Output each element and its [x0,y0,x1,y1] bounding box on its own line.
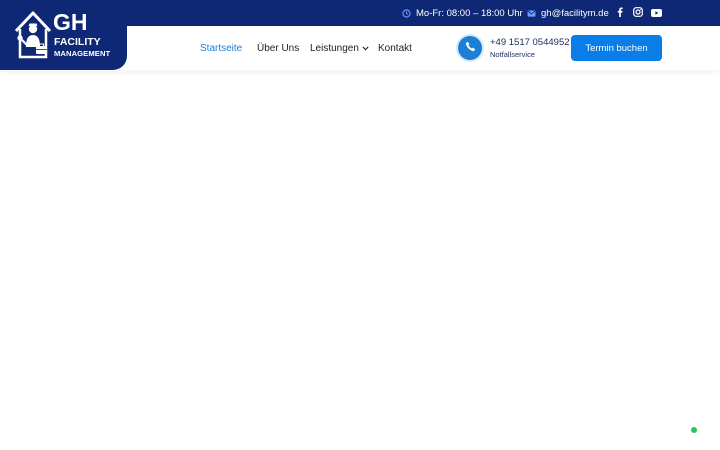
logo-line-management: MANAGEMENT [54,49,111,58]
book-appointment-button[interactable]: Termin buchen [571,35,662,61]
phone-icon [465,39,476,57]
nav-item-leistungen[interactable]: Leistungen [310,26,369,70]
instagram-link[interactable] [633,0,643,26]
house-worker-logo-icon [14,11,52,59]
facebook-link[interactable] [617,0,623,26]
youtube-link[interactable] [651,0,662,26]
phone-call-button[interactable] [458,36,482,60]
chevron-down-icon [362,46,369,51]
logo-line-facility: FACILITY [54,36,101,48]
clock-icon [402,8,411,18]
phone-subtitle: Notfallservice [490,50,536,59]
page: Mo-Fr: 08:00 – 18:00 Uhr gh@facilitym.de [0,0,720,450]
nav-item-leistungen-label: Leistungen [310,42,359,54]
facebook-icon [617,4,623,22]
mail-icon [527,9,536,17]
nav-item-kontakt[interactable]: Kontakt [378,26,412,70]
instagram-icon [633,4,643,22]
youtube-icon [651,4,662,22]
opening-hours: Mo-Fr: 08:00 – 18:00 Uhr [402,0,523,26]
nav-item-ueber-uns[interactable]: Über Uns [257,26,299,70]
opening-hours-text: Mo-Fr: 08:00 – 18:00 Uhr [416,7,523,19]
nav-item-startseite[interactable]: Startseite [200,26,242,70]
logo-mark: GH [53,9,88,35]
email-link[interactable]: gh@facilitym.de [527,0,609,26]
email-text: gh@facilitym.de [541,7,609,19]
phone-number[interactable]: +49 1517 0544952 [490,37,570,48]
site-logo[interactable]: GH FACILITY MANAGEMENT [0,0,127,70]
chat-widget-icon[interactable] [691,427,697,433]
